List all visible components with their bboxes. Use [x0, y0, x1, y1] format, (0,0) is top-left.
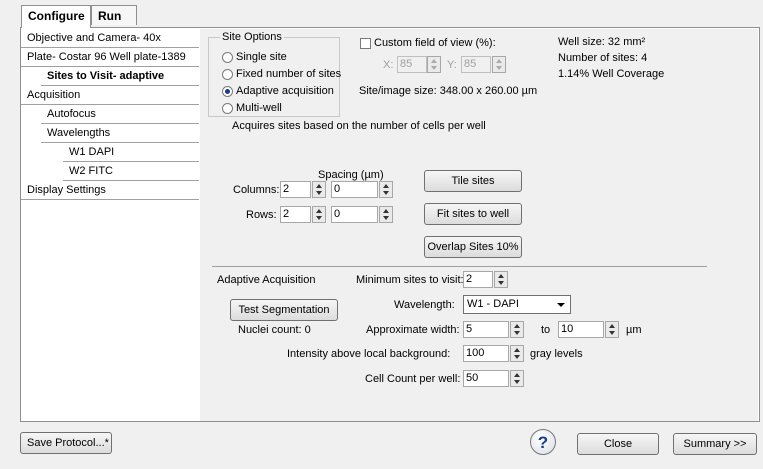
intensity-unit: gray levels: [530, 348, 583, 360]
wavelength-select[interactable]: W1 - DAPI: [463, 295, 571, 314]
approx-width-from-spinner[interactable]: [510, 321, 524, 338]
fov-y-spinner[interactable]: [492, 56, 506, 73]
wavelength-select-value: W1 - DAPI: [467, 298, 519, 310]
tab-configure[interactable]: Configure: [21, 5, 91, 28]
adaptive-title: Adaptive Acquisition: [217, 274, 316, 286]
columns-spacing-spinner[interactable]: [379, 181, 393, 198]
spacing-label: Spacing (µm): [318, 169, 384, 181]
min-sites-spinner[interactable]: [494, 271, 508, 288]
overlap-sites-button[interactable]: Overlap Sites 10%: [424, 236, 522, 258]
site-image-size: Site/image size: 348.00 x 260.00 µm: [359, 85, 538, 97]
fov-y-label: Y:: [447, 59, 457, 71]
cell-count-spinner[interactable]: [510, 370, 524, 387]
approx-width-to-spinner[interactable]: [605, 321, 619, 338]
intensity-spinner[interactable]: [510, 345, 524, 362]
number-of-sites: Number of sites: 4: [558, 52, 648, 64]
rows-label: Rows:: [246, 209, 277, 221]
radio-adaptive-acquisition[interactable]: [222, 86, 233, 97]
columns-label: Columns:: [233, 184, 280, 196]
fov-x-spinner[interactable]: [427, 56, 441, 73]
radio-label-fixed-number: Fixed number of sites: [236, 68, 342, 80]
cell-count-input[interactable]: 50: [463, 370, 509, 387]
site-options-title: Site Options: [220, 31, 284, 43]
tab-run[interactable]: Run: [91, 5, 137, 25]
rows-spacing-spinner[interactable]: [379, 206, 393, 223]
min-sites-label: Minimum sites to visit:: [356, 274, 464, 286]
wavelength-label: Wavelength:: [394, 299, 455, 311]
well-coverage: 1.14% Well Coverage: [558, 68, 665, 80]
min-sites-input[interactable]: 2: [463, 271, 493, 288]
nav-item[interactable]: Wavelengths: [41, 124, 199, 143]
well-size: Well size: 32 mm²: [558, 36, 646, 48]
nav-item[interactable]: Objective and Camera- 40x: [21, 29, 199, 48]
radio-label-single-site: Single site: [236, 51, 287, 63]
fov-x-label: X:: [383, 59, 394, 71]
custom-fov-checkbox[interactable]: [360, 38, 371, 49]
fit-sites-to-well-button[interactable]: Fit sites to well: [424, 203, 522, 225]
approx-width-to-input[interactable]: 10: [558, 321, 604, 338]
save-protocol-button[interactable]: Save Protocol...*: [20, 432, 112, 454]
cell-count-label: Cell Count per well:: [365, 373, 461, 385]
radio-single-site[interactable]: [222, 52, 233, 63]
nav-item[interactable]: Plate- Costar 96 Well plate-1389: [21, 48, 199, 67]
test-segmentation-button[interactable]: Test Segmentation: [230, 299, 338, 321]
sites-to-visit-content: Site Options Single site Fixed number of…: [200, 29, 758, 421]
custom-fov-label: Custom field of view (%):: [374, 37, 496, 49]
nav-item[interactable]: Acquisition: [21, 86, 199, 105]
chevron-down-icon: [557, 303, 565, 307]
approx-width-label: Approximate width:: [366, 324, 460, 336]
section-divider: [212, 266, 707, 267]
radio-label-multi-well: Multi-well: [236, 102, 282, 114]
intensity-input[interactable]: 100: [463, 345, 509, 362]
radio-multi-well[interactable]: [222, 103, 233, 114]
clipped-top-text: [560, 0, 760, 8]
columns-spacing-input[interactable]: 0: [331, 181, 378, 198]
fov-y-input[interactable]: 85: [461, 56, 491, 73]
nav-item[interactable]: W1 DAPI: [63, 143, 199, 162]
rows-spinner[interactable]: [312, 206, 326, 223]
close-button[interactable]: Close: [577, 433, 659, 455]
tile-sites-button[interactable]: Tile sites: [424, 170, 522, 192]
nuclei-count: Nuclei count: 0: [238, 324, 311, 336]
rows-spacing-input[interactable]: 0: [331, 206, 378, 223]
columns-input[interactable]: 2: [280, 181, 311, 198]
fov-x-input[interactable]: 85: [397, 56, 427, 73]
radio-label-adaptive-acquisition: Adaptive acquisition: [236, 85, 334, 97]
mode-description: Acquires sites based on the number of ce…: [232, 120, 486, 132]
nav-item[interactable]: Autofocus: [41, 105, 199, 124]
question-help-icon[interactable]: ?: [530, 429, 556, 455]
intensity-label: Intensity above local background:: [287, 348, 451, 360]
width-unit: µm: [626, 324, 642, 336]
columns-spinner[interactable]: [312, 181, 326, 198]
radio-fixed-number[interactable]: [222, 69, 233, 80]
summary-button[interactable]: Summary >>: [673, 433, 757, 455]
nav-item[interactable]: Sites to Visit- adaptive: [41, 67, 199, 86]
nav-item[interactable]: Display Settings: [21, 181, 199, 200]
to-label: to: [541, 324, 551, 336]
nav-item[interactable]: W2 FITC: [63, 162, 199, 181]
approx-width-from-input[interactable]: 5: [463, 321, 509, 338]
rows-input[interactable]: 2: [280, 206, 311, 223]
